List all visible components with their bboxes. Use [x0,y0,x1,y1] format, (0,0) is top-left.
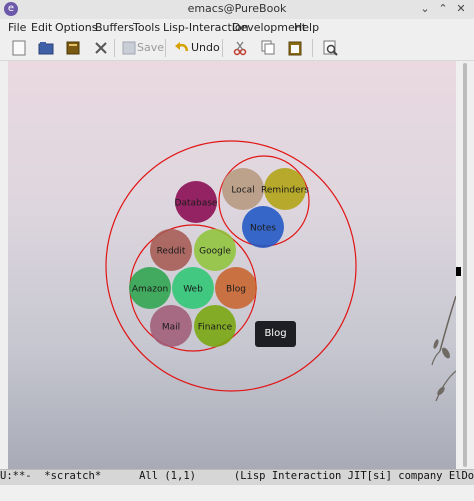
copy-icon[interactable] [261,40,275,56]
bubble-diagram: Database Local Reminders Notes Reddit Google A… [105,140,456,402]
toolbar-separator [312,39,313,57]
open-folder-icon[interactable] [38,40,54,56]
leaf-decoration [433,339,439,349]
window-title: emacs@PureBook [187,2,287,15]
title-bar: e emacs@PureBook ⌄ ⌃ ✕ [0,0,474,20]
branch-decoration [439,295,456,352]
save-button[interactable]: Save [137,41,164,54]
tooltip: Blog [255,321,296,347]
minibuffer[interactable] [0,485,474,501]
bubble-label-blog: Blog [226,285,246,295]
maximize-icon[interactable]: ⌃ [436,2,450,16]
minimize-icon[interactable]: ⌄ [418,2,432,16]
bubble-label-finance: Finance [198,323,233,333]
bubble-label-database: Database [175,199,218,209]
bubble-label-notes: Notes [250,224,276,234]
scrollbar-thumb[interactable] [463,63,467,467]
search-icon[interactable] [323,40,339,56]
dired-icon[interactable] [66,40,80,56]
undo-icon[interactable] [174,40,190,56]
toolbar-separator [165,39,166,57]
mode-line: U:**- *scratch* All (1,1) (Lisp Interact… [0,469,474,485]
cursor-fringe-marker [456,267,461,276]
toolbar-separator [222,39,223,57]
bubble-label-local: Local [231,186,254,196]
left-fringe [0,61,8,469]
leaf-decoration [442,347,450,359]
close-buffer-icon[interactable] [94,40,108,56]
close-icon[interactable]: ✕ [454,2,468,16]
undo-button[interactable]: Undo [191,41,220,54]
toolbar: Save Undo [0,36,474,61]
save-icon[interactable] [122,40,136,56]
vertical-scrollbar[interactable] [456,61,474,469]
menu-options[interactable]: Options [55,21,97,34]
menu-file[interactable]: File [8,21,26,34]
bubble-label-reddit: Reddit [157,247,186,257]
bubble-label-google: Google [199,247,231,257]
toolbar-separator [114,39,115,57]
menu-tools[interactable]: Tools [133,21,160,34]
scratch-buffer[interactable]: Database Local Reminders Notes Reddit Google A… [8,61,456,469]
menu-help[interactable]: Help [294,21,319,34]
cut-icon[interactable] [233,40,247,56]
new-file-icon[interactable] [12,40,26,56]
menu-bar: File Edit Options Buffers Tools Lisp-Int… [0,19,474,36]
branch-decoration [431,350,441,366]
branch-decoration [435,370,456,402]
bubble-label-amazon: Amazon [132,285,168,295]
bubble-label-mail: Mail [162,323,180,333]
menu-buffers[interactable]: Buffers [95,21,134,34]
bubble-label-web: Web [183,285,203,295]
leaf-decoration [437,386,445,396]
bubble-label-reminders: Reminders [261,186,309,196]
menu-edit[interactable]: Edit [31,21,52,34]
paste-icon[interactable] [288,40,302,56]
